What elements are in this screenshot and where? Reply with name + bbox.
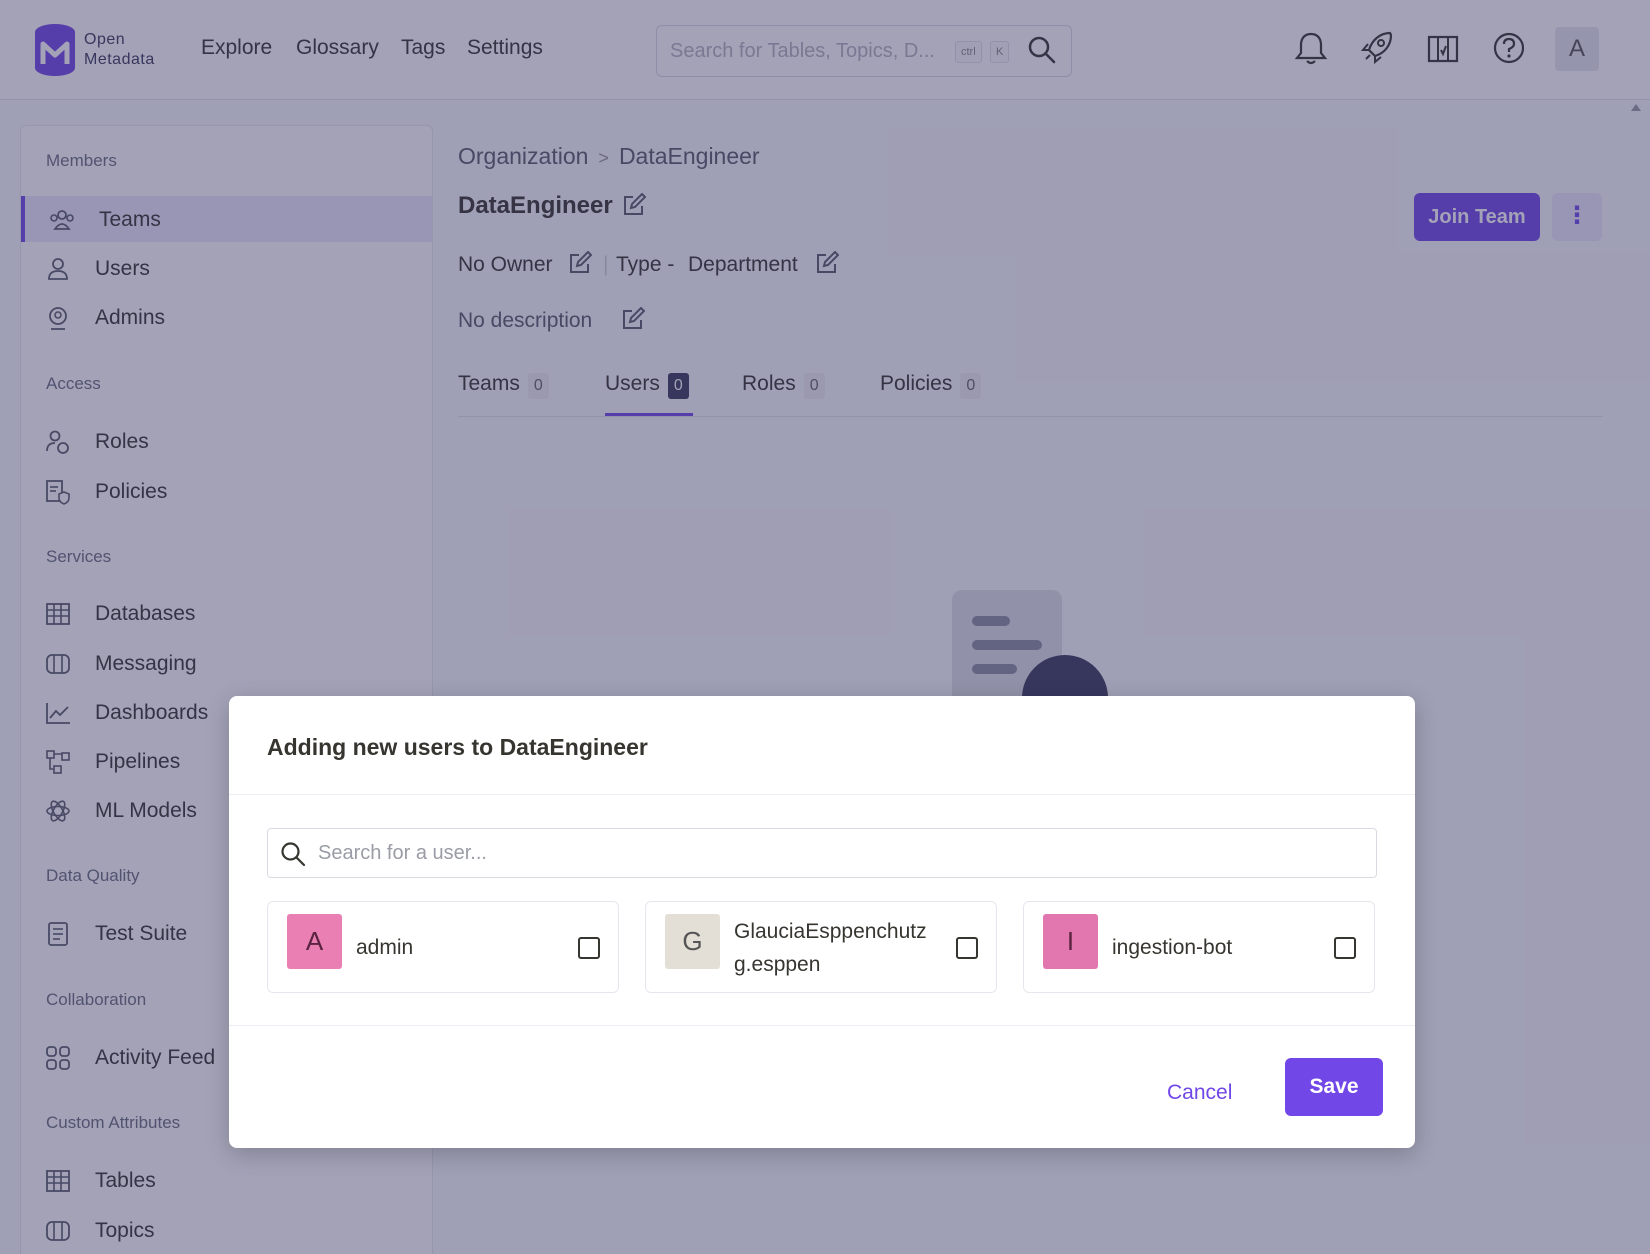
avatar: I — [1043, 914, 1098, 969]
user-select-checkbox[interactable] — [956, 937, 978, 959]
modal-header-divider — [229, 794, 1415, 795]
cancel-button[interactable]: Cancel — [1153, 1068, 1246, 1118]
modal-title: Adding new users to DataEngineer — [267, 734, 648, 760]
avatar: G — [665, 914, 720, 969]
avatar: A — [287, 914, 342, 969]
user-search-field — [267, 828, 1377, 878]
user-name: ingestion-bot — [1112, 936, 1233, 959]
user-card-ingestion-bot[interactable]: I ingestion-bot — [1023, 901, 1375, 993]
search-icon — [281, 842, 306, 867]
user-card-glaucia[interactable]: G GlauciaEsppenchutz g.esppen — [645, 901, 997, 993]
user-username: g.esppen — [734, 953, 821, 976]
add-users-modal: Adding new users to DataEngineer A admin… — [229, 696, 1415, 1148]
user-select-checkbox[interactable] — [578, 937, 600, 959]
save-button[interactable]: Save — [1285, 1058, 1383, 1116]
user-name: GlauciaEsppenchutz — [734, 920, 927, 943]
user-card-admin[interactable]: A admin — [267, 901, 619, 993]
user-search-input[interactable] — [318, 839, 1358, 867]
user-select-checkbox[interactable] — [1334, 937, 1356, 959]
user-name: admin — [356, 936, 414, 959]
modal-footer-divider — [229, 1025, 1415, 1026]
